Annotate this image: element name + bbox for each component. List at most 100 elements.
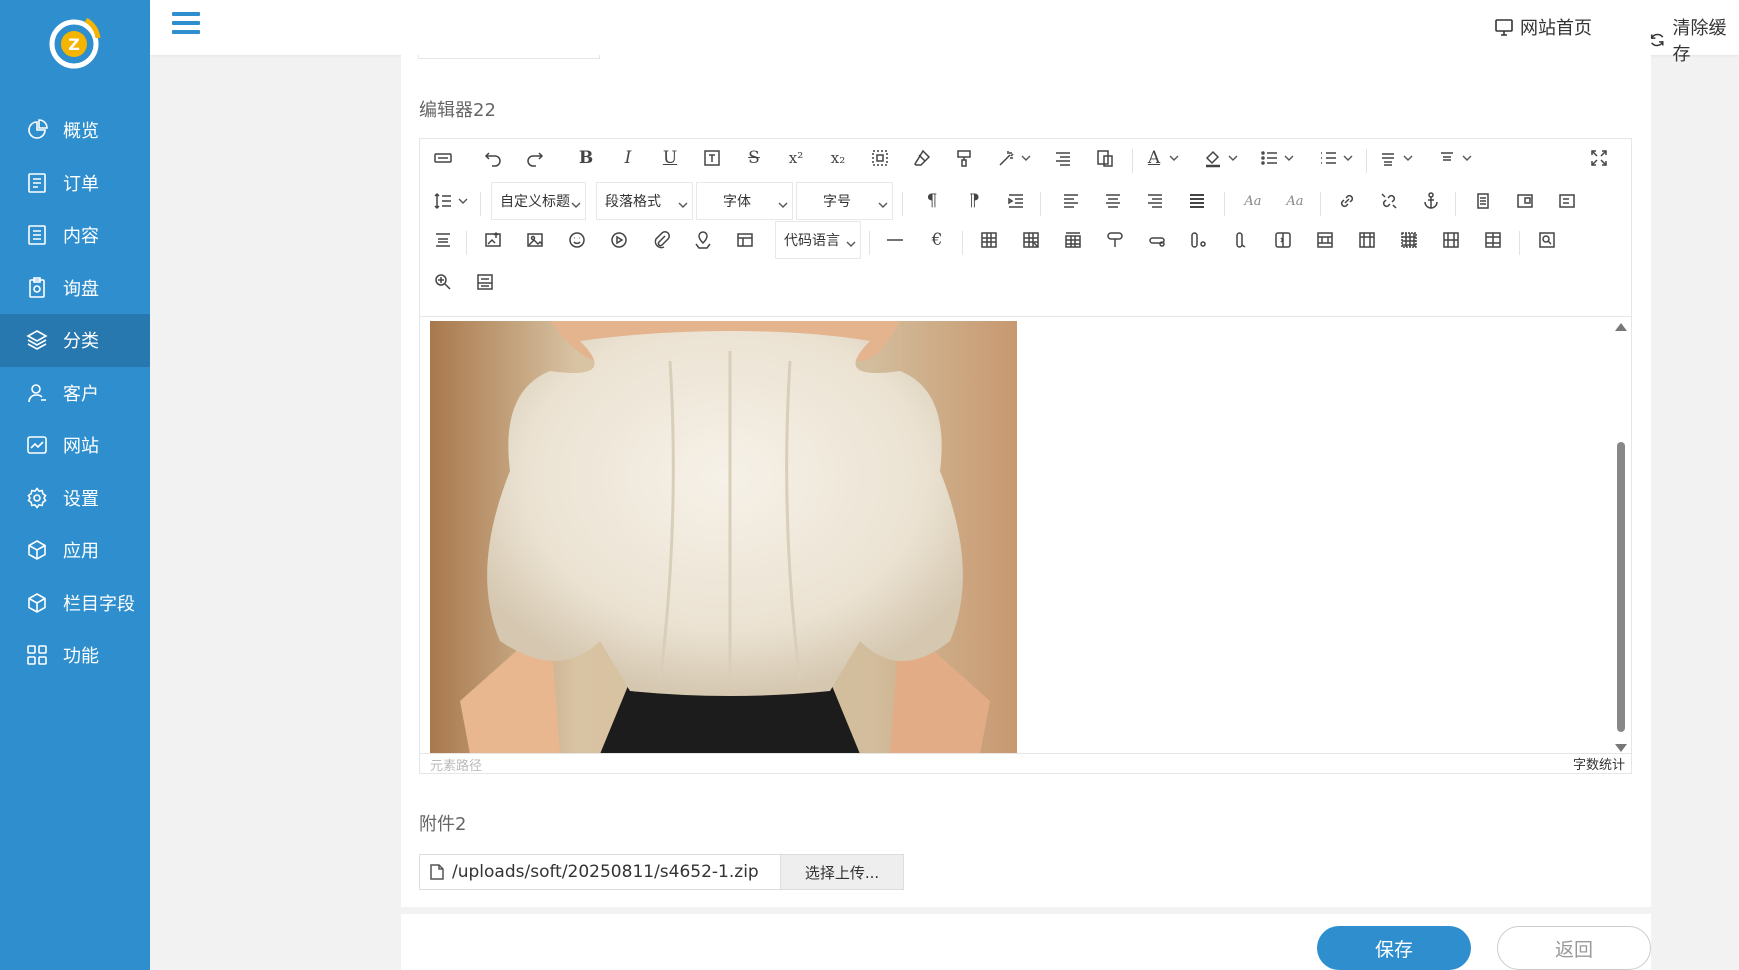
sidebar-item-customers[interactable]: 客户 [0, 367, 150, 420]
sidebar-item-orders[interactable]: 订单 [0, 157, 150, 210]
sidebar-item-apps[interactable]: 应用 [0, 524, 150, 577]
map-icon[interactable] [688, 225, 718, 255]
chevron-down-icon[interactable] [1342, 143, 1354, 173]
drafts-icon[interactable] [470, 267, 500, 297]
chevron-down-icon[interactable] [1283, 143, 1295, 173]
ordered-list-icon[interactable] [1254, 143, 1284, 173]
chevron-down-icon[interactable] [1168, 143, 1180, 173]
redo-icon[interactable] [520, 143, 550, 173]
z-logo-icon[interactable]: Z [46, 14, 102, 70]
sidebar-item-inquiry[interactable]: 询盘 [0, 262, 150, 315]
scroll-up-arrow-icon[interactable] [1615, 323, 1627, 331]
split-cells-icon[interactable] [1394, 225, 1424, 255]
horizontal-rule-icon[interactable] [880, 225, 910, 255]
chevron-down-icon[interactable] [457, 186, 469, 216]
image-none-icon[interactable] [1468, 186, 1498, 216]
sidebar-item-content[interactable]: 内容 [0, 209, 150, 262]
scroll-thumb[interactable] [1617, 442, 1625, 732]
sidebar-item-website[interactable]: 网站 [0, 419, 150, 472]
paragraph-ltr-icon[interactable]: ¶ [917, 186, 947, 216]
undo-icon[interactable] [478, 143, 508, 173]
print-preview-icon[interactable] [1532, 225, 1562, 255]
italic-icon[interactable]: I [613, 143, 643, 173]
align-center-icon[interactable] [1098, 186, 1128, 216]
subscript-icon[interactable]: x₂ [823, 143, 853, 173]
template-icon[interactable] [730, 225, 760, 255]
chevron-down-icon[interactable] [1227, 143, 1239, 173]
lowercase-icon[interactable]: Aa [1280, 186, 1310, 216]
hamburger-icon[interactable] [172, 12, 200, 36]
auto-format-icon[interactable] [991, 143, 1021, 173]
background-color-icon[interactable] [1198, 143, 1228, 173]
delete-column-icon[interactable] [1226, 225, 1256, 255]
sidebar-item-column-fields[interactable]: 栏目字段 [0, 577, 150, 630]
font-size-select[interactable]: 字号 [796, 182, 893, 220]
align-justify-icon[interactable] [1182, 186, 1212, 216]
sidebar-item-category[interactable]: 分类 [0, 314, 150, 367]
paragraph-format-select[interactable]: 段落格式 [596, 182, 693, 220]
uppercase-icon[interactable]: Aa [1238, 186, 1268, 216]
anchor-icon[interactable] [1416, 186, 1446, 216]
special-char-icon[interactable]: € [922, 225, 952, 255]
link-icon[interactable] [1332, 186, 1362, 216]
font-color-icon[interactable]: A [1139, 143, 1169, 173]
unlink-icon[interactable] [1374, 186, 1404, 216]
clear-cache-link[interactable]: 清除缓存 [1648, 14, 1739, 66]
merge-down-icon[interactable] [1352, 225, 1382, 255]
insert-image-icon[interactable] [520, 225, 550, 255]
simple-upload-icon[interactable] [478, 225, 508, 255]
chevron-down-icon[interactable] [1020, 143, 1032, 173]
line-height-icon[interactable] [428, 186, 458, 216]
eraser-icon[interactable] [907, 143, 937, 173]
select-all-icon[interactable] [865, 143, 895, 173]
back-button[interactable]: 返回 [1497, 926, 1651, 970]
attachment-icon[interactable] [646, 225, 676, 255]
chevron-down-icon[interactable] [1461, 143, 1473, 173]
insert-row-icon[interactable] [1100, 225, 1130, 255]
align-right-icon[interactable] [1140, 186, 1170, 216]
delete-row-icon[interactable] [1142, 225, 1172, 255]
insert-paragraph-before-table-icon[interactable] [1058, 225, 1088, 255]
insert-video-icon[interactable] [604, 225, 634, 255]
insert-table-icon[interactable] [974, 225, 1004, 255]
custom-title-select[interactable]: 自定义标题 [491, 182, 586, 220]
split-rows-icon[interactable] [1436, 225, 1466, 255]
code-language-select[interactable]: 代码语言 [775, 221, 861, 259]
paste-plain-icon[interactable] [1090, 143, 1120, 173]
website-home-link[interactable]: 网站首页 [1494, 14, 1592, 40]
paragraph-rtl-icon[interactable]: ¶ [959, 186, 989, 216]
attachment-file-input[interactable]: /uploads/soft/20250811/s4652-1.zip [420, 855, 780, 889]
image-right-icon[interactable] [1552, 186, 1582, 216]
format-painter-icon[interactable] [949, 143, 979, 173]
unordered-list-icon[interactable] [1313, 143, 1343, 173]
blockquote-icon[interactable] [1048, 143, 1078, 173]
sidebar-item-functions[interactable]: 功能 [0, 629, 150, 682]
search-replace-icon[interactable] [428, 267, 458, 297]
scroll-down-arrow-icon[interactable] [1615, 744, 1627, 752]
superscript-icon[interactable]: x² [781, 143, 811, 173]
chevron-down-icon[interactable] [1402, 143, 1414, 173]
insert-column-icon[interactable] [1184, 225, 1214, 255]
editor-content[interactable] [420, 317, 1631, 754]
paragraph-spacing-bottom-icon[interactable] [1432, 143, 1462, 173]
merge-cells-icon[interactable] [1268, 225, 1298, 255]
image-left-icon[interactable] [1510, 186, 1540, 216]
align-left-icon[interactable] [1056, 186, 1086, 216]
upload-button[interactable]: 选择上传... [780, 855, 903, 889]
split-cols-icon[interactable] [1478, 225, 1508, 255]
sidebar-item-settings[interactable]: 设置 [0, 472, 150, 525]
delete-table-icon[interactable] [1016, 225, 1046, 255]
font-family-select[interactable]: 字体 [696, 182, 793, 220]
strikethrough-icon[interactable]: S [739, 143, 769, 173]
underline-icon[interactable]: U [655, 143, 685, 173]
indent-icon[interactable] [1001, 186, 1031, 216]
image-center-icon[interactable] [428, 225, 458, 255]
merge-right-icon[interactable] [1310, 225, 1340, 255]
save-button[interactable]: 保存 [1317, 926, 1471, 970]
sidebar-item-overview[interactable]: 概览 [0, 104, 150, 157]
bold-icon[interactable]: B [571, 143, 601, 173]
fullscreen-icon[interactable] [1584, 143, 1614, 173]
emoji-icon[interactable] [562, 225, 592, 255]
paragraph-spacing-top-icon[interactable] [1373, 143, 1403, 173]
source-code-icon[interactable] [428, 143, 458, 173]
